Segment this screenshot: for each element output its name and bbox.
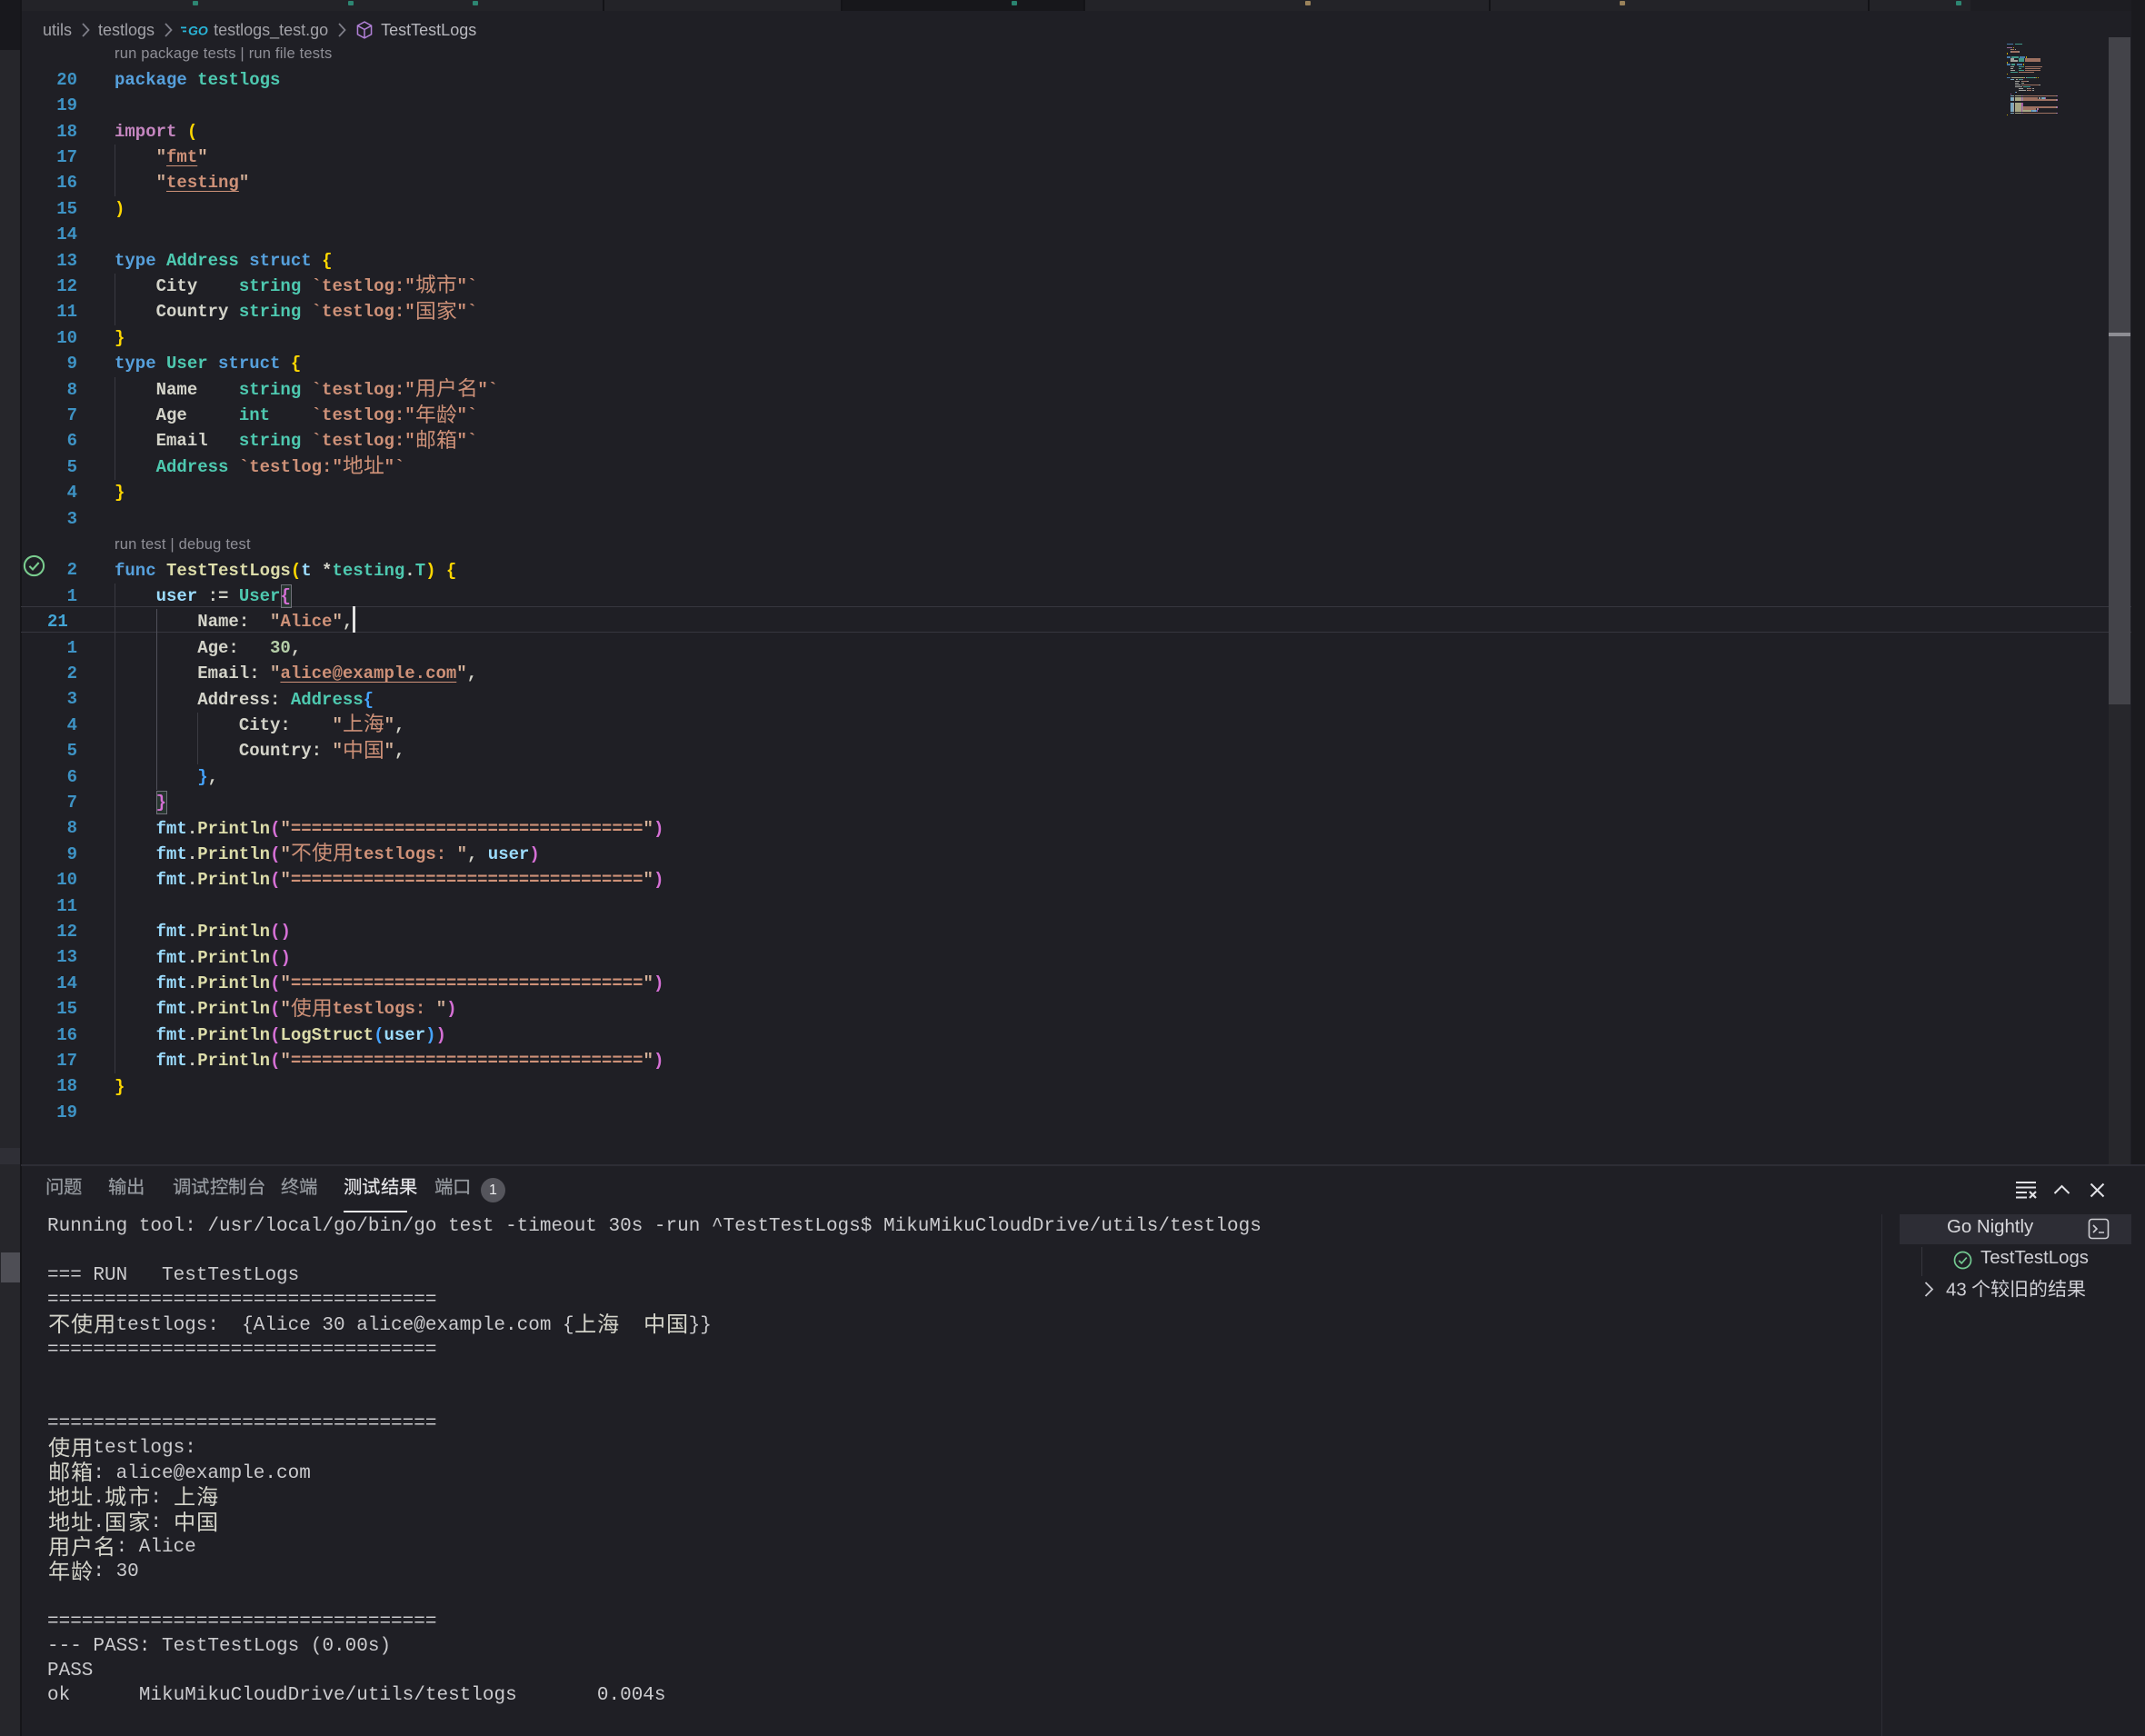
svg-text:GO: GO [188, 24, 208, 38]
